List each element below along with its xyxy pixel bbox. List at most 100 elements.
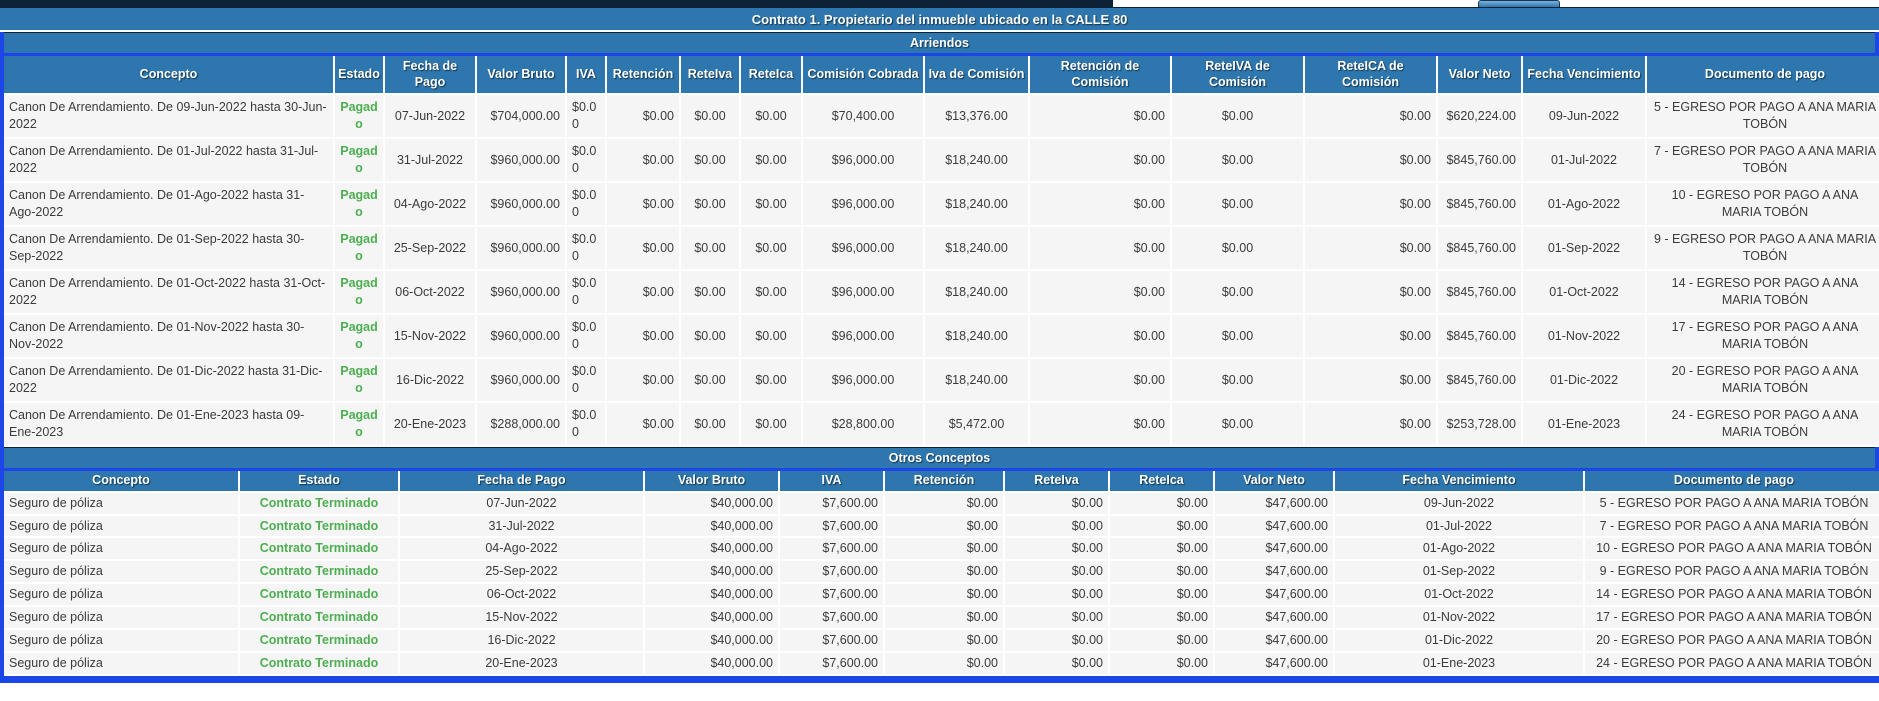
cell: Canon De Arrendamiento. De 01-Dic-2022 h… bbox=[4, 358, 334, 402]
cell: 14 - EGRESO POR PAGO A ANA MARIA TOBÓN bbox=[1646, 270, 1879, 314]
cell: $0.00 bbox=[1304, 402, 1437, 446]
cell: 06-Oct-2022 bbox=[399, 583, 644, 606]
table-row: Canon De Arrendamiento. De 01-Oct-2022 h… bbox=[4, 270, 1879, 314]
cell: 20-Ene-2023 bbox=[399, 652, 644, 675]
column-header: Valor Bruto bbox=[476, 56, 566, 94]
section-title: Otros Conceptos bbox=[889, 451, 990, 465]
table-row: Canon De Arrendamiento. De 01-Dic-2022 h… bbox=[4, 358, 1879, 402]
cell: $0.00 bbox=[606, 314, 680, 358]
status-cell: Pagado bbox=[334, 226, 384, 270]
status-cell: Pagado bbox=[334, 314, 384, 358]
cell: $47,600.00 bbox=[1214, 537, 1334, 560]
cell: $47,600.00 bbox=[1214, 560, 1334, 583]
cell: $0.00 bbox=[680, 182, 740, 226]
cell: $845,760.00 bbox=[1437, 138, 1522, 182]
cell: 16-Dic-2022 bbox=[384, 358, 476, 402]
status-cell: Pagado bbox=[334, 138, 384, 182]
cell: 10 - EGRESO POR PAGO A ANA MARIA TOBÓN bbox=[1584, 537, 1879, 560]
cell: $47,600.00 bbox=[1214, 515, 1334, 538]
cell: $18,240.00 bbox=[924, 314, 1029, 358]
cell: $0.00 bbox=[1029, 182, 1171, 226]
cell: $845,760.00 bbox=[1437, 226, 1522, 270]
status-cell: Contrato Terminado bbox=[239, 583, 399, 606]
cell: $0.00 bbox=[1304, 226, 1437, 270]
cell: 17 - EGRESO POR PAGO A ANA MARIA TOBÓN bbox=[1646, 314, 1879, 358]
cell: $0.00 bbox=[606, 402, 680, 446]
column-header: Retención bbox=[606, 56, 680, 94]
cell: $28,800.00 bbox=[802, 402, 924, 446]
cell: $96,000.00 bbox=[802, 314, 924, 358]
cell: $96,000.00 bbox=[802, 358, 924, 402]
cell: $7,600.00 bbox=[779, 515, 884, 538]
cell: $0.00 bbox=[1029, 402, 1171, 446]
cell: $40,000.00 bbox=[644, 492, 779, 515]
cell: Seguro de póliza bbox=[4, 583, 239, 606]
cell: $0.00 bbox=[1004, 583, 1109, 606]
cell: 01-Dic-2022 bbox=[1522, 358, 1646, 402]
cell: $0.00 bbox=[884, 492, 1004, 515]
table-row: Canon De Arrendamiento. De 01-Ene-2023 h… bbox=[4, 402, 1879, 446]
cell: $960,000.00 bbox=[476, 226, 566, 270]
column-header: Documento de pago bbox=[1646, 56, 1879, 94]
top-strip bbox=[0, 0, 1879, 7]
cell: 01-Jul-2022 bbox=[1522, 138, 1646, 182]
column-header: Documento de pago bbox=[1584, 471, 1879, 492]
cell: $845,760.00 bbox=[1437, 270, 1522, 314]
status-cell: Contrato Terminado bbox=[239, 515, 399, 538]
top-dark-bar bbox=[0, 0, 1113, 7]
cell: 16-Dic-2022 bbox=[399, 629, 644, 652]
section-title: Arriendos bbox=[910, 36, 969, 50]
cell: $0.00 bbox=[740, 314, 802, 358]
section-header-otros-conceptos: Otros Conceptos bbox=[4, 447, 1875, 471]
cell: $7,600.00 bbox=[779, 560, 884, 583]
cell: $47,600.00 bbox=[1214, 492, 1334, 515]
column-header: Retención bbox=[884, 471, 1004, 492]
cell: $0.00 bbox=[680, 402, 740, 446]
cell: $0.00 bbox=[1171, 314, 1304, 358]
cell: $0.00 bbox=[1304, 358, 1437, 402]
cell: $0.00 bbox=[1171, 402, 1304, 446]
cell: $0.00 bbox=[1304, 314, 1437, 358]
cell: $0.00 bbox=[1004, 606, 1109, 629]
cell: Seguro de póliza bbox=[4, 652, 239, 675]
cell: 7 - EGRESO POR PAGO A ANA MARIA TOBÓN bbox=[1584, 515, 1879, 538]
cell: 01-Sep-2022 bbox=[1522, 226, 1646, 270]
cell: 5 - EGRESO POR PAGO A ANA MARIA TOBÓN bbox=[1646, 94, 1879, 138]
cell: $0.00 bbox=[1109, 560, 1214, 583]
cell: $0.00 bbox=[1029, 226, 1171, 270]
cell: 15-Nov-2022 bbox=[384, 314, 476, 358]
cell: 24 - EGRESO POR PAGO A ANA MARIA TOBÓN bbox=[1584, 652, 1879, 675]
cell: 06-Oct-2022 bbox=[384, 270, 476, 314]
cell: $845,760.00 bbox=[1437, 182, 1522, 226]
cell: $0.00 bbox=[680, 358, 740, 402]
cell: $7,600.00 bbox=[779, 537, 884, 560]
cell: $0.00 bbox=[606, 270, 680, 314]
column-header: Valor Bruto bbox=[644, 471, 779, 492]
status-cell: Contrato Terminado bbox=[239, 629, 399, 652]
column-header: Valor Neto bbox=[1214, 471, 1334, 492]
table-row: Canon De Arrendamiento. De 09-Jun-2022 h… bbox=[4, 94, 1879, 138]
cell: 01-Nov-2022 bbox=[1522, 314, 1646, 358]
cell: 9 - EGRESO POR PAGO A ANA MARIA TOBÓN bbox=[1584, 560, 1879, 583]
table-row: Canon De Arrendamiento. De 01-Sep-2022 h… bbox=[4, 226, 1879, 270]
column-header: Fecha de Pago bbox=[384, 56, 476, 94]
cell: Canon De Arrendamiento. De 01-Oct-2022 h… bbox=[4, 270, 334, 314]
status-cell: Contrato Terminado bbox=[239, 606, 399, 629]
cell: 01-Ago-2022 bbox=[1522, 182, 1646, 226]
cell: $960,000.00 bbox=[476, 138, 566, 182]
cell: Canon De Arrendamiento. De 01-Sep-2022 h… bbox=[4, 226, 334, 270]
cell: 14 - EGRESO POR PAGO A ANA MARIA TOBÓN bbox=[1584, 583, 1879, 606]
table-row: Seguro de pólizaContrato Terminado25-Sep… bbox=[4, 560, 1879, 583]
cell: $0.00 bbox=[1004, 515, 1109, 538]
cell: $960,000.00 bbox=[476, 358, 566, 402]
cell: $0.00 bbox=[1109, 515, 1214, 538]
cell: 31-Jul-2022 bbox=[384, 138, 476, 182]
cell: $0.00 bbox=[1029, 270, 1171, 314]
contract-title-bar: Contrato 1. Propietario del inmueble ubi… bbox=[0, 7, 1879, 32]
column-header: Comisión Cobrada bbox=[802, 56, 924, 94]
cell: Seguro de póliza bbox=[4, 492, 239, 515]
cell: $0.00 bbox=[1171, 226, 1304, 270]
corner-button[interactable] bbox=[1478, 0, 1560, 7]
cell: $0.00 bbox=[606, 138, 680, 182]
cell: $0.00 bbox=[680, 314, 740, 358]
